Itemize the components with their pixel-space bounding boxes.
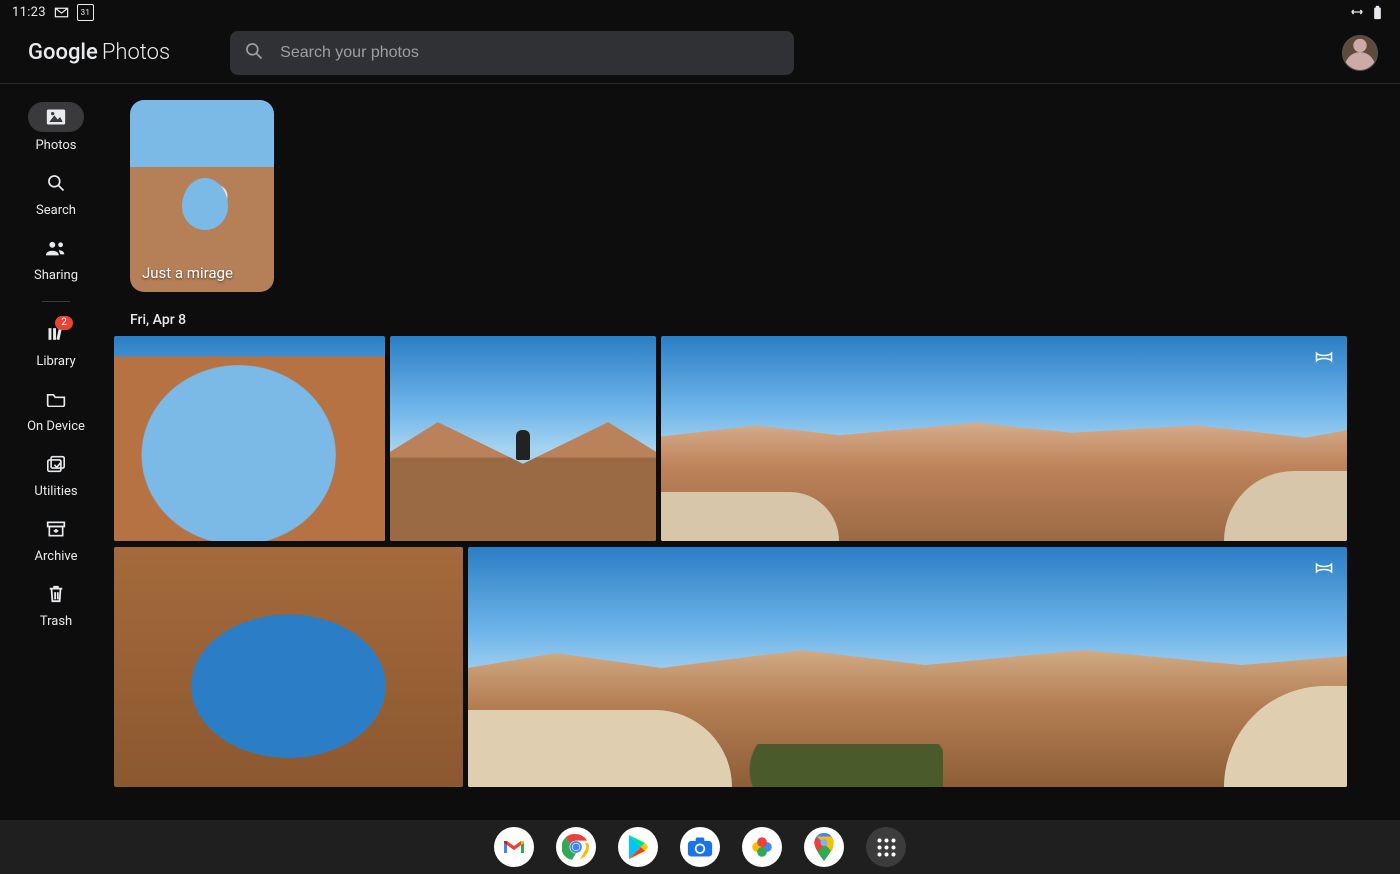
dock-chrome-icon[interactable] [556,827,596,867]
nav-item-library[interactable]: 2 Library [0,320,112,369]
calendar-day-label: 31 [81,8,91,17]
nav-label: On Device [27,419,85,434]
photo-thumbnail[interactable] [661,336,1347,541]
status-time: 11:23 [12,5,46,20]
photos-icon [28,102,84,132]
nav-label: Search [36,203,76,218]
nav-label: Photos [35,138,76,153]
nav-item-photos[interactable]: Photos [0,102,112,153]
library-badge: 2 [55,316,73,330]
memory-title: Just a mirage [142,264,233,282]
photo-thumbnail[interactable] [390,336,656,541]
android-status-bar: 11:23 31 [0,0,1400,22]
memory-card[interactable]: Just a mirage [130,100,274,292]
panorama-icon [1315,348,1333,360]
main-content: Just a mirage Fri, Apr 8 [112,84,1400,822]
nav-label: Sharing [34,268,78,283]
nav-divider [42,301,70,302]
taskbar [0,820,1400,874]
dock-all-apps-icon[interactable] [866,827,906,867]
nav-label: Trash [40,614,72,629]
utilities-icon [36,450,76,478]
calendar-notification-icon: 31 [77,4,94,21]
dock-gmail-icon[interactable] [494,827,534,867]
nav-rail: Photos Search Sharing 2 Library [0,84,112,822]
nav-item-search[interactable]: Search [0,169,112,218]
nav-label: Utilities [34,484,77,499]
search-input[interactable] [278,43,780,63]
logo-google-label: Google [28,40,98,65]
nav-item-ondevice[interactable]: On Device [0,385,112,434]
folder-icon [36,385,76,413]
photo-thumbnail[interactable] [468,547,1347,787]
nav-label: Library [36,354,75,369]
panorama-icon [1315,559,1333,571]
archive-icon [36,515,76,543]
people-icon [36,234,76,262]
photo-thumbnail[interactable] [114,547,463,787]
photo-grid [114,336,1400,787]
dock-maps-icon[interactable] [804,827,844,867]
nav-item-trash[interactable]: Trash [0,580,112,629]
trash-icon [36,580,76,608]
date-header: Fri, Apr 8 [130,312,1400,328]
search-icon [244,41,264,65]
dock-photos-icon[interactable] [742,827,782,867]
gmail-notification-icon [54,7,69,18]
logo-photos-label: Photos [102,40,170,65]
dock-play-store-icon[interactable] [618,827,658,867]
nav-item-utilities[interactable]: Utilities [0,450,112,499]
battery-icon [1373,5,1382,20]
library-icon: 2 [36,320,76,348]
search-bar[interactable] [230,31,794,75]
nav-label: Archive [35,549,78,564]
rotate-icon [1349,6,1365,18]
app-header: Google Photos [0,22,1400,84]
photo-thumbnail[interactable] [114,336,385,541]
nav-item-archive[interactable]: Archive [0,515,112,564]
account-avatar[interactable] [1342,35,1378,71]
app-logo[interactable]: Google Photos [28,40,170,65]
dock-camera-icon[interactable] [680,827,720,867]
nav-item-sharing[interactable]: Sharing [0,234,112,283]
search-icon [36,169,76,197]
